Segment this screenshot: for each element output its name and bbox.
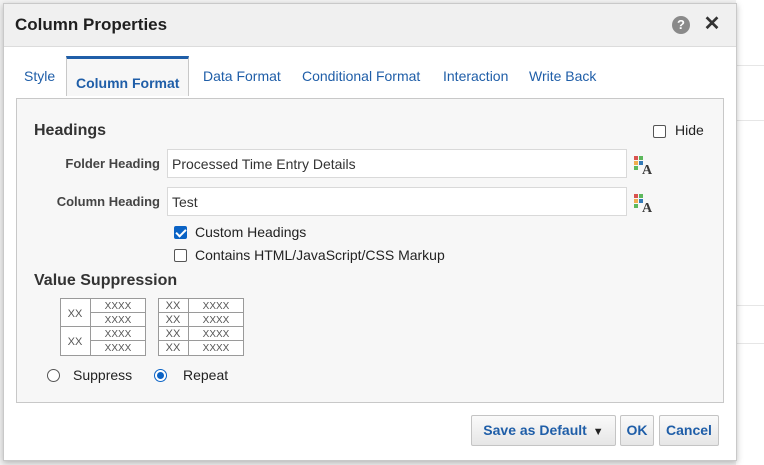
- sample-text: XXXX: [203, 343, 230, 354]
- sample-text: XX: [166, 342, 181, 354]
- repeat-radio[interactable]: [154, 369, 167, 382]
- sample-text: XX: [68, 336, 83, 348]
- background-divider: [736, 120, 764, 121]
- sample-text: XXXX: [105, 329, 132, 340]
- help-icon[interactable]: ?: [672, 16, 690, 34]
- sample-text: XXXX: [203, 315, 230, 326]
- format-heading-icon[interactable]: A: [633, 193, 655, 213]
- tab-style[interactable]: Style: [24, 68, 55, 84]
- tab-bar: Style Column Format Data Format Conditio…: [4, 56, 736, 98]
- sample-text: XXXX: [203, 301, 230, 312]
- sample-text: XX: [166, 300, 181, 312]
- save-as-default-label: Save as Default: [483, 422, 587, 438]
- hide-checkbox[interactable]: [653, 125, 666, 138]
- folder-heading-label: Folder Heading: [65, 156, 160, 171]
- column-properties-dialog: Column Properties ? ✕ Style Column Forma…: [3, 3, 737, 461]
- dialog-titlebar: Column Properties ? ✕: [4, 4, 736, 47]
- ok-button[interactable]: OK: [620, 415, 654, 446]
- background-divider: [736, 65, 764, 66]
- contains-markup-checkbox[interactable]: [174, 249, 187, 262]
- tab-column-format[interactable]: Column Format: [66, 56, 190, 96]
- tab-data-format[interactable]: Data Format: [203, 68, 281, 84]
- sample-text: XXXX: [105, 343, 132, 354]
- tab-conditional-format[interactable]: Conditional Format: [302, 68, 420, 84]
- svg-text:A: A: [642, 201, 653, 213]
- custom-headings-label: Custom Headings: [195, 224, 307, 240]
- headings-section-title: Headings: [34, 122, 107, 139]
- suppress-radio[interactable]: [47, 369, 60, 382]
- sample-text: XX: [68, 308, 83, 320]
- folder-heading-input[interactable]: [167, 149, 627, 178]
- sample-text: XXXX: [105, 315, 132, 326]
- dialog-title: Column Properties: [15, 15, 168, 34]
- hide-label: Hide: [675, 122, 704, 138]
- sample-text: XX: [166, 314, 181, 326]
- custom-headings-checkbox[interactable]: [174, 226, 187, 239]
- sample-text: XXXX: [105, 301, 132, 312]
- cancel-button[interactable]: Cancel: [659, 415, 719, 446]
- column-heading-input[interactable]: [167, 187, 627, 216]
- save-as-default-button[interactable]: Save as Default ▼: [471, 415, 616, 446]
- dropdown-arrow-icon: ▼: [592, 426, 604, 438]
- background-divider: [736, 343, 764, 344]
- sample-text: XX: [166, 328, 181, 340]
- svg-text:A: A: [642, 163, 653, 175]
- background-page: [736, 0, 764, 465]
- column-format-panel: Headings Hide Folder Heading A Column He…: [16, 98, 724, 403]
- value-suppression-title: Value Suppression: [34, 272, 178, 289]
- suppress-sample-image: XX XX XXXX XXXX XXXX XXXX: [60, 298, 146, 356]
- sample-text: XXXX: [203, 329, 230, 340]
- column-heading-label: Column Heading: [56, 194, 160, 209]
- repeat-sample-image: XX XX XX XX XXXX XXXX XXXX XXXX: [158, 298, 244, 356]
- format-heading-icon[interactable]: A: [633, 155, 655, 175]
- tab-interaction[interactable]: Interaction: [443, 68, 508, 84]
- tab-write-back[interactable]: Write Back: [529, 68, 596, 84]
- suppress-label: Suppress: [73, 367, 133, 383]
- repeat-label: Repeat: [183, 367, 229, 383]
- contains-markup-label: Contains HTML/JavaScript/CSS Markup: [195, 247, 445, 263]
- background-divider: [736, 305, 764, 306]
- close-icon[interactable]: ✕: [702, 13, 722, 35]
